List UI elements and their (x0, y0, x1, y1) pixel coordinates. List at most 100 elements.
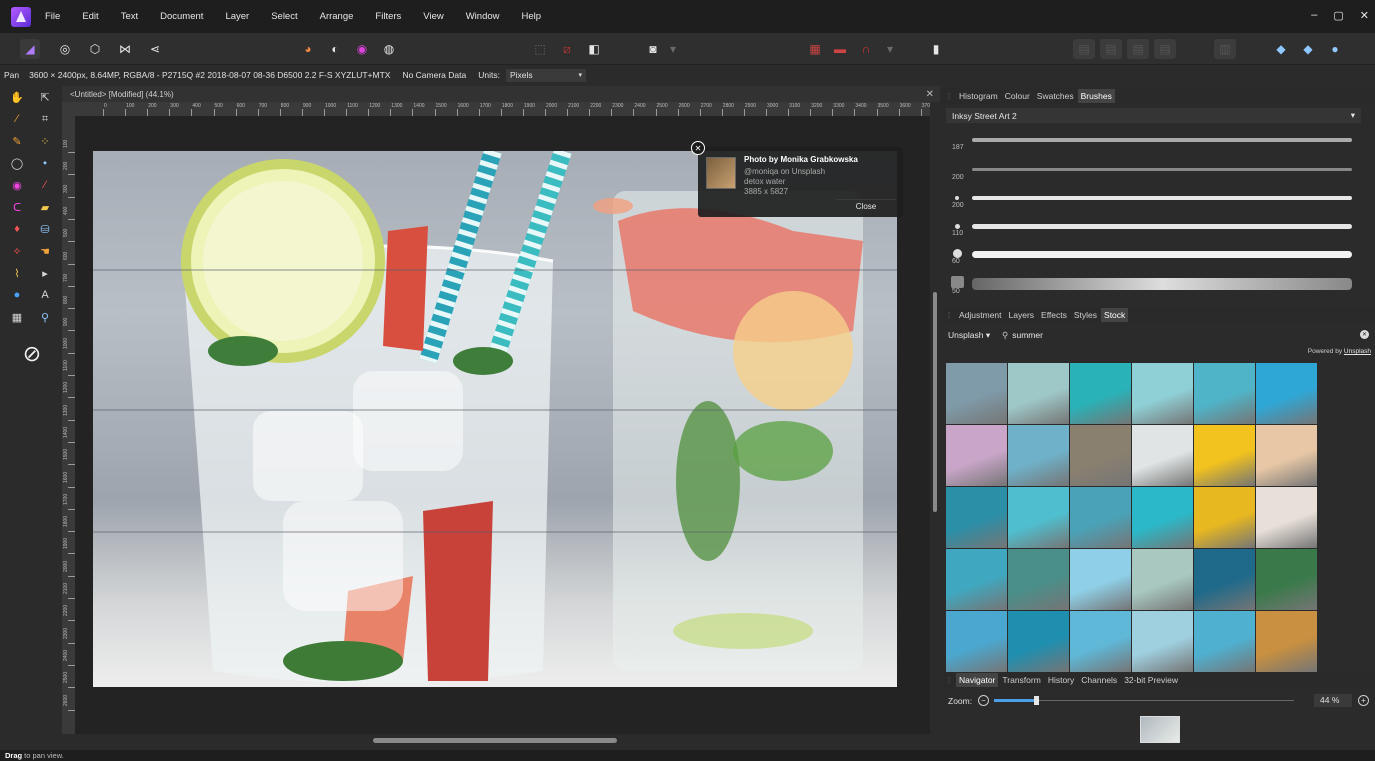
zoom-slider-thumb[interactable] (1034, 696, 1039, 705)
stock-thumbnail[interactable] (1194, 425, 1255, 486)
gradient-tool-icon[interactable]: ◉ (9, 177, 25, 193)
photo-canvas[interactable] (93, 151, 897, 687)
menu-file[interactable]: File (45, 11, 60, 22)
close-icon[interactable]: ✕ (691, 141, 705, 155)
auto-levels-icon[interactable]: ◕ (298, 39, 318, 59)
stock-thumbnail[interactable] (1256, 487, 1317, 548)
menu-arrange[interactable]: Arrange (320, 11, 354, 22)
stock-thumbnail[interactable] (946, 363, 1007, 424)
stock-thumbnail[interactable] (1070, 363, 1131, 424)
mesh-warp-tool-icon[interactable]: ⌇ (9, 265, 25, 281)
studio-preset-icon-3[interactable]: ● (1325, 39, 1345, 59)
unsplash-link[interactable]: Unsplash (1344, 348, 1371, 355)
close-button[interactable]: ✕ (1360, 9, 1369, 22)
tab-histogram[interactable]: Histogram (956, 89, 1001, 103)
stock-thumbnail[interactable] (946, 487, 1007, 548)
grip-icon[interactable]: ⁞ (942, 311, 956, 320)
vertical-scroll-thumb[interactable] (933, 292, 937, 512)
auto-colors-icon[interactable]: ◉ (352, 39, 372, 59)
menu-text[interactable]: Text (121, 11, 138, 22)
tone-mapping-persona-icon[interactable]: ⋈ (115, 39, 135, 59)
flood-fill-tool-icon[interactable]: ⬩ (37, 155, 53, 171)
crop-tool-icon[interactable]: ⌗ (37, 111, 53, 127)
tab-effects[interactable]: Effects (1038, 308, 1070, 322)
color-replacement-tool-icon[interactable]: ᑕ (9, 199, 25, 215)
invert-selection-icon[interactable]: ◧ (584, 39, 604, 59)
stock-thumbnail[interactable] (1256, 611, 1317, 672)
colour-swatch-icon[interactable]: ⊘ (17, 340, 47, 368)
grip-icon[interactable]: ⁞ (942, 92, 956, 101)
move-tool-icon[interactable]: ⇱ (37, 89, 53, 105)
menu-view[interactable]: View (423, 11, 443, 22)
tab-colour[interactable]: Colour (1002, 89, 1033, 103)
menu-edit[interactable]: Edit (82, 11, 98, 22)
auto-white-balance-icon[interactable]: ◍ (379, 39, 399, 59)
stock-thumbnail[interactable] (1070, 549, 1131, 610)
align-icon[interactable]: ▥ (1214, 39, 1236, 59)
stock-source-dropdown[interactable]: Unsplash ▾ (948, 330, 990, 341)
snapping-dropdown-icon[interactable]: ▾ (880, 39, 900, 59)
paint-brush-tool-icon[interactable]: ⁄ (37, 177, 53, 193)
brush-category-dropdown[interactable]: Inksy Street Art 2 ▾ (946, 108, 1361, 123)
dodge-tool-icon[interactable]: ♦ (9, 221, 25, 237)
brush-item[interactable]: 200 (942, 160, 1362, 184)
stock-thumbnail[interactable] (1008, 549, 1069, 610)
stock-thumbnail[interactable] (1132, 611, 1193, 672)
export-persona-icon[interactable]: ⋖ (145, 39, 165, 59)
pen-tool-icon[interactable]: ▸ (37, 265, 53, 281)
snapping-grid-icon[interactable]: ▦ (805, 39, 825, 59)
selection-brush-tool-icon[interactable]: ✎ (9, 133, 25, 149)
menu-filters[interactable]: Filters (375, 11, 401, 22)
menu-layer[interactable]: Layer (225, 11, 249, 22)
shape-tool-icon[interactable]: ● (9, 287, 25, 303)
flood-select-tool-icon[interactable]: ⁘ (37, 133, 53, 149)
close-icon[interactable]: ✕ (926, 89, 934, 100)
arrange-backward-icon[interactable]: ▤ (1100, 39, 1122, 59)
menu-window[interactable]: Window (466, 11, 500, 22)
stock-thumbnail[interactable] (1194, 611, 1255, 672)
zoom-slider[interactable] (994, 700, 1294, 701)
stock-thumbnail[interactable] (1008, 611, 1069, 672)
zoom-in-icon[interactable]: + (1358, 695, 1369, 706)
view-tool-icon[interactable]: ✋ (9, 89, 25, 105)
menu-help[interactable]: Help (522, 11, 542, 22)
menu-select[interactable]: Select (271, 11, 297, 22)
brush-item[interactable]: 50 (942, 274, 1362, 298)
horizontal-scrollbar[interactable] (75, 734, 930, 750)
vertical-ruler[interactable]: 100 200 300 400 500 600 700 800 900 1000 1100 1200 1… (62, 102, 75, 734)
stock-thumbnail[interactable] (1132, 363, 1193, 424)
liquify-persona-icon[interactable]: ◎ (55, 39, 75, 59)
zoom-out-icon[interactable]: − (978, 695, 989, 706)
tab-32bit-preview[interactable]: 32-bit Preview (1121, 673, 1181, 687)
grip-icon[interactable]: ⁞ (942, 676, 956, 685)
assistant-icon[interactable]: ▮ (926, 39, 946, 59)
stock-thumbnail[interactable] (1256, 549, 1317, 610)
tab-stock[interactable]: Stock (1101, 308, 1129, 322)
stock-search-input[interactable]: ⚲ summer (1002, 328, 1372, 342)
horizontal-scroll-thumb[interactable] (373, 738, 617, 743)
text-tool-icon[interactable]: A (37, 287, 53, 303)
stock-thumbnail[interactable] (1194, 363, 1255, 424)
tab-layers[interactable]: Layers (1006, 308, 1038, 322)
stock-thumbnail[interactable] (1194, 487, 1255, 548)
tab-swatches[interactable]: Swatches (1034, 89, 1077, 103)
auto-contrast-icon[interactable]: ◐ (325, 39, 345, 59)
snapping-toggle-icon[interactable]: ▬ (830, 39, 850, 59)
quick-mask-dropdown-icon[interactable]: ▾ (663, 39, 683, 59)
blemish-tool-icon[interactable]: ✧ (9, 243, 25, 259)
arrange-forward-icon[interactable]: ▤ (1127, 39, 1149, 59)
brush-item[interactable]: 200 (942, 188, 1362, 212)
arrange-back-icon[interactable]: ▤ (1073, 39, 1095, 59)
marquee-tool-icon[interactable]: ◯ (9, 155, 25, 171)
tab-adjustment[interactable]: Adjustment (956, 308, 1005, 322)
stock-thumbnail[interactable] (1008, 487, 1069, 548)
stock-thumbnail[interactable] (1132, 487, 1193, 548)
studio-preset-icon-1[interactable]: ◆ (1271, 39, 1291, 59)
tab-channels[interactable]: Channels (1078, 673, 1120, 687)
develop-persona-icon[interactable]: ⬡ (85, 39, 105, 59)
stock-thumbnail[interactable] (1008, 363, 1069, 424)
stock-thumbnail[interactable] (1194, 549, 1255, 610)
tab-history[interactable]: History (1045, 673, 1077, 687)
minimize-button[interactable]: – (1311, 9, 1317, 22)
marquee-selection-icon[interactable]: ⬚ (530, 39, 550, 59)
